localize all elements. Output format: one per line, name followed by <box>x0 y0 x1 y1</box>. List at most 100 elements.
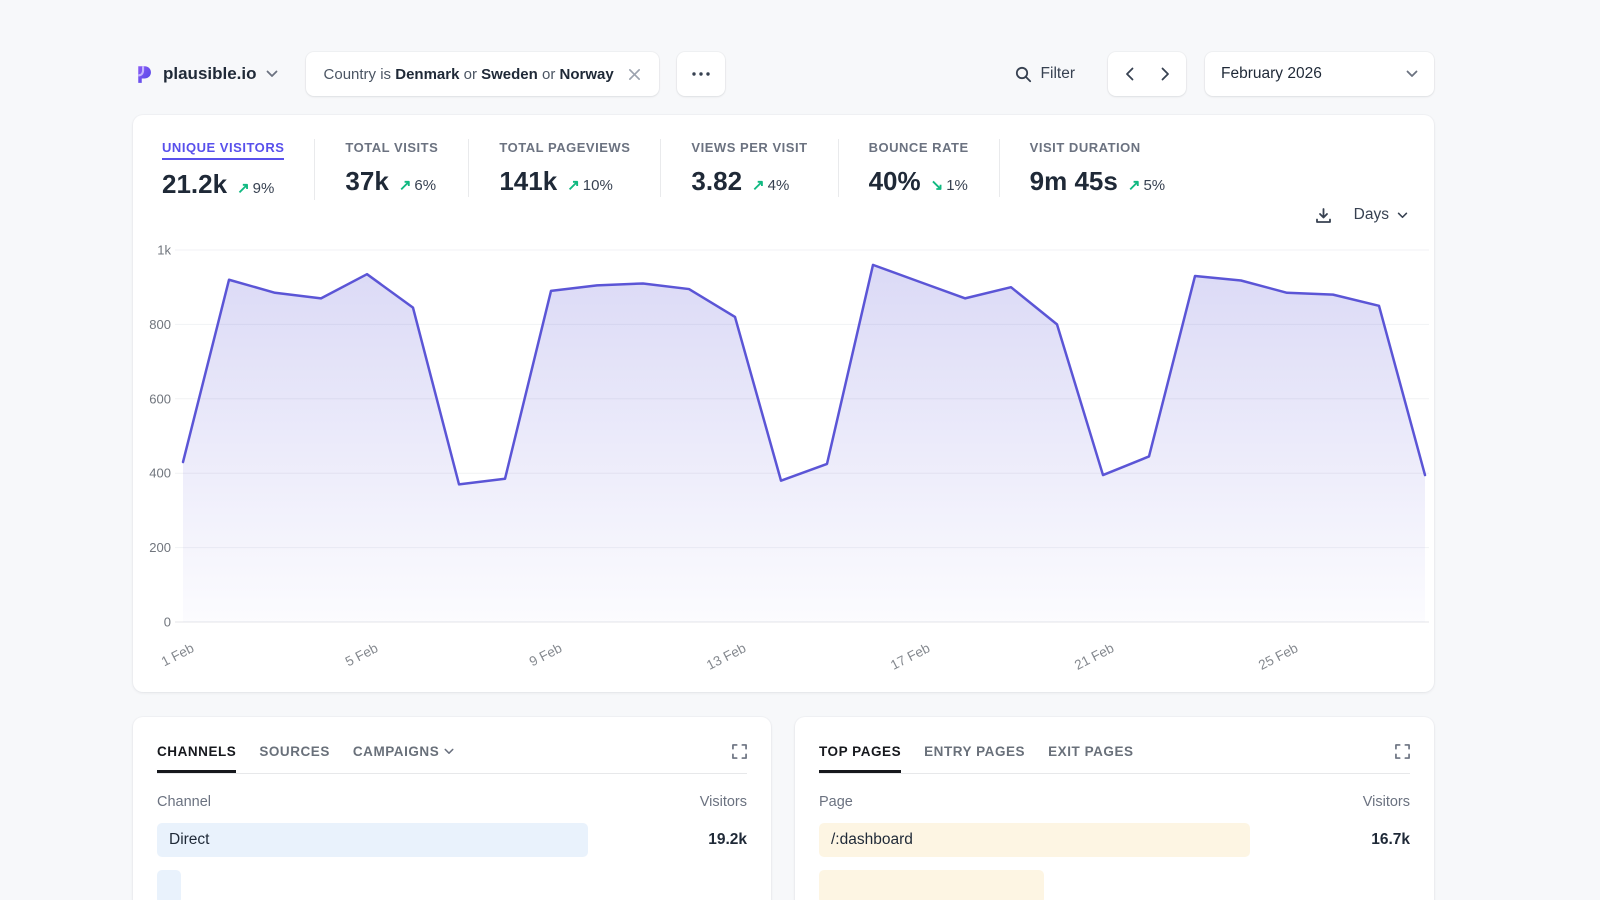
stat-unique-visitors[interactable]: UNIQUE VISITORS 21.2k ↗9% <box>162 139 315 200</box>
x-axis-label: 21 Feb <box>1072 640 1116 672</box>
site-picker[interactable]: plausible.io <box>133 64 278 85</box>
y-axis-label: 400 <box>149 466 171 481</box>
remove-filter-button[interactable] <box>628 68 641 81</box>
interval-dropdown[interactable]: Days <box>1354 206 1408 224</box>
ellipsis-icon <box>692 72 710 76</box>
column-header-value: Visitors <box>700 794 747 810</box>
stat-delta: ↗4% <box>752 176 789 194</box>
table-row-partial[interactable] <box>157 870 747 900</box>
analytics-dashboard: { "topbar": { "site_name": "plausible.io… <box>0 0 1600 900</box>
interval-label: Days <box>1354 206 1389 224</box>
stat-total-pageviews[interactable]: TOTAL PAGEVIEWS 141k ↗10% <box>499 139 661 197</box>
trend-down-icon: ↘ <box>931 176 944 194</box>
chevron-down-icon <box>266 70 278 78</box>
x-axis-label: 5 Feb <box>343 640 381 669</box>
stat-value: 37k <box>345 166 388 197</box>
x-axis-label: 25 Feb <box>1256 640 1300 672</box>
column-header-value: Visitors <box>1363 794 1410 810</box>
pages-panel: TOP PAGES ENTRY PAGES EXIT PAGES Page Vi… <box>795 717 1434 900</box>
tab-sources[interactable]: SOURCES <box>259 744 330 773</box>
plausible-logo-icon <box>133 64 154 85</box>
previous-period-button[interactable] <box>1114 54 1144 94</box>
channels-column-headers: Channel Visitors <box>157 794 747 810</box>
trend-up-icon: ↗ <box>752 176 765 194</box>
expand-panel-button[interactable] <box>1395 744 1410 764</box>
x-axis-label: 9 Feb <box>527 640 565 669</box>
stat-value: 9m 45s <box>1030 166 1118 197</box>
stat-label: UNIQUE VISITORS <box>162 140 284 160</box>
next-period-button[interactable] <box>1150 54 1180 94</box>
row-bar <box>819 870 1044 900</box>
stat-delta: ↗5% <box>1128 176 1165 194</box>
row-label[interactable]: Direct <box>169 823 209 857</box>
x-axis-label: 17 Feb <box>888 640 932 672</box>
table-row[interactable]: Direct 19.2k <box>157 823 747 857</box>
more-filters-button[interactable] <box>677 52 725 96</box>
y-axis-label: 1k <box>157 243 171 258</box>
row-bar <box>157 870 181 900</box>
period-nav <box>1108 52 1186 96</box>
trend-up-icon: ↗ <box>1128 176 1141 194</box>
download-export-button[interactable] <box>1315 207 1332 224</box>
x-axis-label: 13 Feb <box>704 640 748 672</box>
trend-up-icon: ↗ <box>567 176 580 194</box>
chevron-down-icon <box>1406 70 1418 78</box>
chart-controls: Days <box>1315 206 1408 224</box>
tab-campaigns[interactable]: CAMPAIGNS <box>353 744 454 773</box>
stat-bounce-rate[interactable]: BOUNCE RATE 40% ↘1% <box>869 139 1000 197</box>
search-icon <box>1015 66 1032 83</box>
row-value: 19.2k <box>708 823 747 857</box>
expand-panel-button[interactable] <box>732 744 747 764</box>
stat-delta: ↗10% <box>567 176 613 194</box>
stat-visit-duration[interactable]: VISIT DURATION 9m 45s ↗5% <box>1030 139 1195 197</box>
fullscreen-icon <box>1395 744 1410 759</box>
chevron-down-icon <box>444 748 454 755</box>
stat-total-visits[interactable]: TOTAL VISITS 37k ↗6% <box>345 139 469 197</box>
x-axis-label: 1 Feb <box>159 640 197 669</box>
stat-label: VIEWS PER VISIT <box>691 140 807 155</box>
y-axis-label: 200 <box>149 540 171 555</box>
fullscreen-icon <box>732 744 747 759</box>
filter-button-label: Filter <box>1041 65 1075 83</box>
stat-label: BOUNCE RATE <box>869 140 969 155</box>
stat-label: VISIT DURATION <box>1030 140 1141 155</box>
table-row-partial[interactable] <box>819 870 1410 900</box>
channels-panel: CHANNELS SOURCES CAMPAIGNS Channel Visit… <box>133 717 771 900</box>
filter-button[interactable]: Filter <box>1015 65 1075 83</box>
stat-value: 3.82 <box>691 166 742 197</box>
y-axis-label: 800 <box>149 317 171 332</box>
date-range-picker[interactable]: February 2026 <box>1205 52 1434 96</box>
stat-value: 21.2k <box>162 169 227 200</box>
row-label[interactable]: /:dashboard <box>831 823 913 857</box>
column-header-key: Channel <box>157 794 211 810</box>
chart-area-fill <box>183 265 1425 622</box>
tab-entry-pages[interactable]: ENTRY PAGES <box>924 744 1025 773</box>
close-icon <box>628 68 641 81</box>
stat-delta: ↗9% <box>237 179 274 197</box>
trend-up-icon: ↗ <box>399 176 412 194</box>
stat-delta: ↗6% <box>399 176 436 194</box>
visitors-area-chart[interactable]: 0 200 400 600 800 1k 1 Feb 5 Feb 9 Feb 13 Feb 17 F… <box>145 235 1435 675</box>
stat-delta: ↘1% <box>931 176 968 194</box>
chevron-right-icon <box>1161 67 1170 81</box>
stat-value: 40% <box>869 166 921 197</box>
filter-pill-country[interactable]: Country is Denmark or Sweden or Norway <box>306 52 659 96</box>
y-axis-label: 600 <box>149 391 171 406</box>
row-value: 16.7k <box>1371 823 1410 857</box>
pages-tabs: TOP PAGES ENTRY PAGES EXIT PAGES <box>819 717 1410 774</box>
stat-label: TOTAL PAGEVIEWS <box>499 140 630 155</box>
stat-views-per-visit[interactable]: VIEWS PER VISIT 3.82 ↗4% <box>691 139 838 197</box>
tab-top-pages[interactable]: TOP PAGES <box>819 744 901 773</box>
download-icon <box>1315 207 1332 224</box>
table-row[interactable]: /:dashboard 16.7k <box>819 823 1410 857</box>
y-axis-label: 0 <box>164 615 171 630</box>
site-name: plausible.io <box>163 64 257 84</box>
tab-channels[interactable]: CHANNELS <box>157 744 236 773</box>
stat-label: TOTAL VISITS <box>345 140 438 155</box>
pages-column-headers: Page Visitors <box>819 794 1410 810</box>
channels-tabs: CHANNELS SOURCES CAMPAIGNS <box>157 717 747 774</box>
visitors-panel: UNIQUE VISITORS 21.2k ↗9% TOTAL VISITS 3… <box>133 115 1434 692</box>
tab-exit-pages[interactable]: EXIT PAGES <box>1048 744 1133 773</box>
chevron-left-icon <box>1125 67 1134 81</box>
column-header-key: Page <box>819 794 853 810</box>
